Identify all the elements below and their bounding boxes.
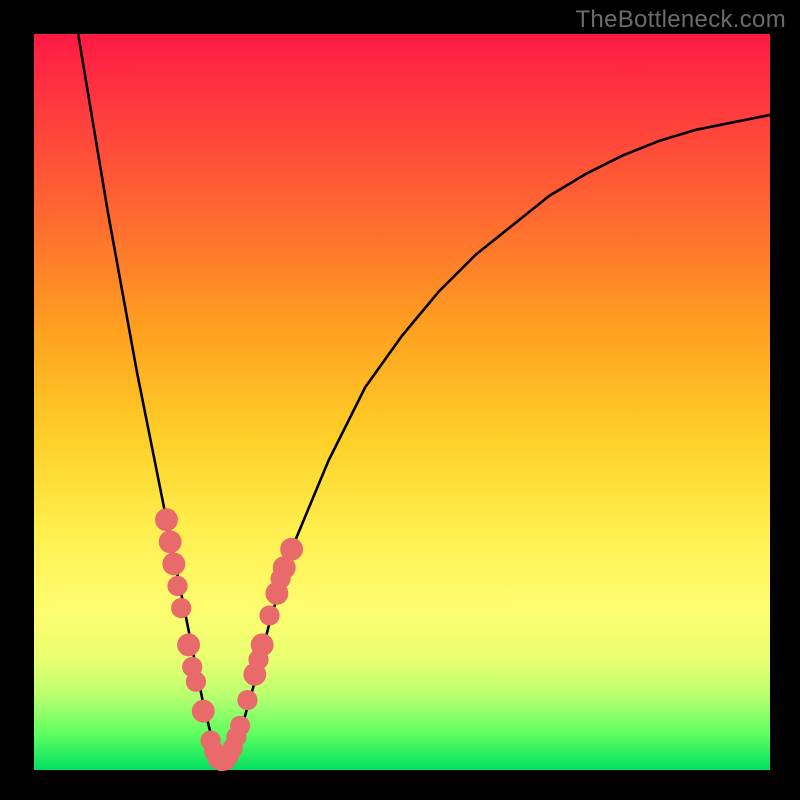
marker-dot: [280, 538, 303, 561]
marker-dot: [259, 605, 279, 625]
marker-dot: [186, 672, 206, 692]
marker-dot: [251, 633, 274, 656]
marker-dot: [155, 508, 178, 531]
marker-dot: [230, 716, 250, 736]
marker-dot: [237, 690, 257, 710]
marker-dot: [167, 576, 187, 596]
marker-dot: [162, 552, 185, 575]
curve-markers: [155, 508, 303, 771]
plot-gradient-area: [34, 34, 770, 770]
marker-dot: [177, 633, 200, 656]
watermark-text: TheBottleneck.com: [575, 6, 786, 34]
marker-dot: [192, 700, 215, 723]
marker-dot: [171, 598, 191, 618]
curve-svg: [34, 34, 770, 770]
chart-frame: TheBottleneck.com: [0, 0, 800, 800]
marker-dot: [159, 530, 182, 553]
